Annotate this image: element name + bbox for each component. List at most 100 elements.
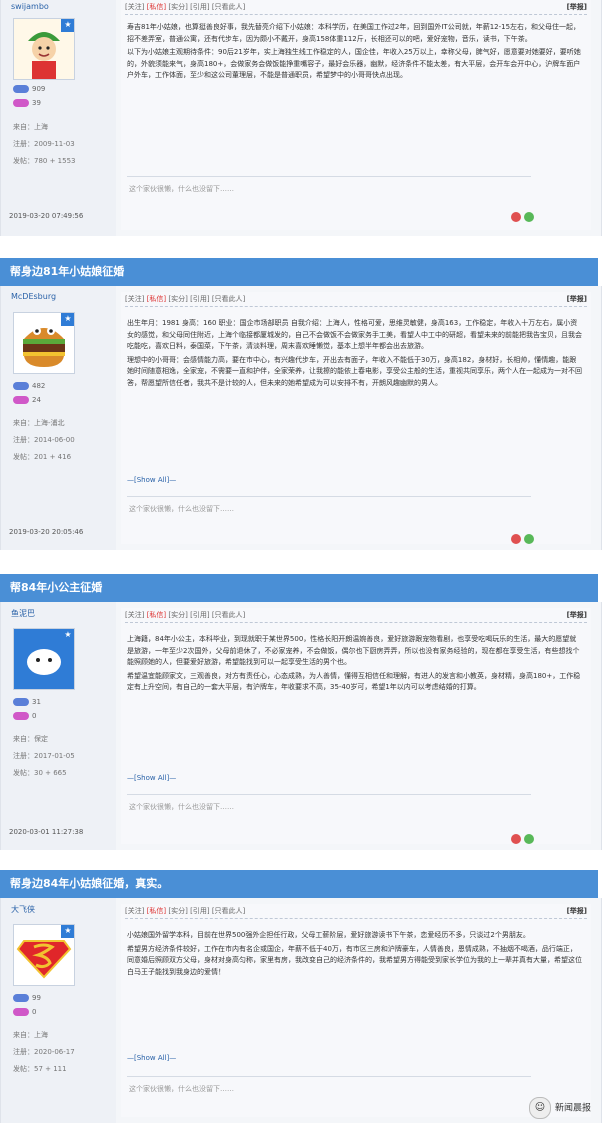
user-registered: 注册：2009-11-03: [13, 140, 75, 148]
post-toolbar: [关注] [私信] [实分] [引用] [只看此人] [举报]: [125, 906, 587, 918]
stat-reputation: 39: [13, 99, 41, 107]
show-all-link[interactable]: —[Show All]—: [127, 774, 176, 782]
badge-icon: ★: [61, 313, 74, 326]
only-author-button[interactable]: [只看此人]: [212, 611, 245, 619]
signature-text: 这个家伙很懒，什么也没留下……: [129, 803, 234, 811]
follow-button[interactable]: [关注]: [125, 3, 144, 11]
follow-button[interactable]: [关注]: [125, 907, 144, 915]
report-button[interactable]: [举报]: [567, 906, 587, 916]
user-sidebar: McDEsburg ★ 482 24 来自：上海-浦北 注册：2014-06-0…: [1, 286, 116, 550]
signature-text: 这个家伙很懒，什么也没留下……: [129, 1085, 234, 1093]
post-card: swijambo ★ 909 39 来自：上海 注册：2009-11-03 发帖…: [0, 0, 602, 236]
divider: [125, 622, 587, 623]
reply-icon[interactable]: [524, 533, 534, 544]
stat-reputation: 0: [13, 712, 36, 720]
post-actions: [511, 828, 571, 844]
badge-icon: ★: [61, 19, 74, 32]
username-link[interactable]: 鱼泥巴: [11, 608, 35, 619]
quote-button[interactable]: [引用]: [190, 3, 209, 11]
post-content: [关注] [私信] [实分] [引用] [只看此人] [举报] 出生年月：198…: [121, 292, 591, 544]
report-button[interactable]: [举报]: [567, 2, 587, 12]
avatar[interactable]: ★: [13, 18, 75, 80]
stat-points: 31: [13, 698, 41, 706]
quote-button[interactable]: [引用]: [190, 611, 209, 619]
private-message-button[interactable]: [私信]: [147, 295, 166, 303]
post-toolbar: [关注] [私信] [实分] [引用] [只看此人] [举报]: [125, 2, 587, 14]
user-sidebar: 大飞侠 ★ 99 0 来自：上海 注册：2020-06-17 发帖：57 + 1…: [1, 898, 116, 1123]
report-button[interactable]: [举报]: [567, 294, 587, 304]
follow-button[interactable]: [关注]: [125, 295, 144, 303]
username-link[interactable]: 大飞侠: [11, 904, 35, 915]
signature-divider: [127, 176, 531, 177]
post-body: 出生年月：1981 身高：160 职业：国企市场部职员 自我介绍：上海人，性格可…: [127, 318, 583, 391]
post-card: 鱼泥巴 ★ 31 0 来自：保定 注册：2017-01-05 发帖：30 + 6…: [0, 602, 602, 850]
quote-button[interactable]: [引用]: [190, 907, 209, 915]
reply-icon[interactable]: [524, 833, 534, 844]
post-body: 上海籍，84年小公主，本科毕业，到现就职于某世界500，性格长阳开朗温婉善良，爱…: [127, 634, 583, 696]
divider: [125, 306, 587, 307]
post-toolbar: [关注] [私信] [实分] [引用] [只看此人] [举报]: [125, 610, 587, 622]
show-all-link[interactable]: —[Show All]—: [127, 476, 176, 484]
post-title-bar[interactable]: 帮84年小公主征婚: [0, 574, 598, 602]
follow-button[interactable]: [关注]: [125, 611, 144, 619]
avatar[interactable]: ★: [13, 924, 75, 986]
private-message-button[interactable]: [私信]: [147, 611, 166, 619]
post-title-bar[interactable]: 帮身边84年小姑娘征婚，真实。: [0, 870, 598, 898]
post-actions: [511, 206, 571, 222]
like-icon[interactable]: [511, 533, 521, 544]
user-location: 来自：保定: [13, 735, 48, 743]
post-body: 小姑娘国外留学本科，目前在世界500强外企担任行政，父母工薪阶层，爱好旅游读书下…: [127, 930, 583, 980]
user-sidebar: 鱼泥巴 ★ 31 0 来自：保定 注册：2017-01-05 发帖：30 + 6…: [1, 602, 116, 850]
post-content: [关注] [私信] [实分] [引用] [只看此人] [举报] 寿吉81年小姑娘…: [121, 0, 591, 230]
stat-points: 99: [13, 994, 41, 1002]
user-location: 来自：上海-浦北: [13, 419, 65, 427]
quote-button[interactable]: [引用]: [190, 295, 209, 303]
user-registered: 注册：2014-06-00: [13, 436, 75, 444]
post-body: 寿吉81年小姑娘，也算挺善良好事，我先替亮介绍下小姑娘：本科学历，在美国工作过2…: [127, 22, 583, 84]
private-message-button[interactable]: [私信]: [147, 907, 166, 915]
fire-button[interactable]: [实分]: [168, 611, 187, 619]
stat-points: 482: [13, 382, 45, 390]
signature-divider: [127, 794, 531, 795]
post-card: McDEsburg ★ 482 24 来自：上海-浦北 注册：2014-06-0…: [0, 286, 602, 550]
post-paragraph: 上海籍，84年小公主，本科毕业，到现就职于某世界500，性格长阳开朗温婉善良，爱…: [127, 635, 580, 666]
user-posts-count: 发帖：201 + 416: [13, 453, 72, 461]
post-paragraph: 希望男方经济条件较好，工作在市内有名企或国企，年薪不低于40万，有市区三房和沪牌…: [127, 944, 582, 976]
like-icon[interactable]: [511, 211, 521, 222]
only-author-button[interactable]: [只看此人]: [212, 3, 245, 11]
stat-reputation: 24: [13, 396, 41, 404]
show-all-link[interactable]: —[Show All]—: [127, 1054, 176, 1062]
user-registered: 注册：2020-06-17: [13, 1048, 75, 1056]
post-actions: [511, 528, 571, 544]
user-location: 来自：上海: [13, 123, 48, 131]
post-paragraph: 小姑娘国外留学本科，目前在世界500强外企担任行政，父母工薪阶层，爱好旅游读书下…: [127, 931, 530, 939]
fire-button[interactable]: [实分]: [168, 295, 187, 303]
fire-button[interactable]: [实分]: [168, 907, 187, 915]
only-author-button[interactable]: [只看此人]: [212, 907, 245, 915]
reply-icon[interactable]: [524, 211, 534, 222]
post-time: 2019-03-20 07:49:56: [9, 212, 84, 220]
fire-button[interactable]: [实分]: [168, 3, 187, 11]
stat-reputation: 0: [13, 1008, 36, 1016]
report-button[interactable]: [举报]: [567, 610, 587, 620]
post-paragraph: 希望温宜能顾家文，三观善良，对方有责任心，心态成熟，为人善情，懂得互相信任和理解…: [127, 671, 581, 692]
post-time: 2019-03-20 20:05:46: [9, 528, 84, 536]
user-location: 来自：上海: [13, 1031, 48, 1039]
wechat-icon: ☺: [528, 1097, 551, 1119]
post-paragraph: 以下为小姑娘主观期待条件：90后21岁年，实上海独生线工作稳定的人，国企佳，年收…: [127, 48, 581, 79]
private-message-button[interactable]: [私信]: [147, 3, 166, 11]
user-registered: 注册：2017-01-05: [13, 752, 75, 760]
like-icon[interactable]: [511, 833, 521, 844]
signature-divider: [127, 496, 531, 497]
only-author-button[interactable]: [只看此人]: [212, 295, 245, 303]
post-paragraph: 出生年月：1981 身高：160 职业：国企市场部职员 自我介绍：上海人，性格可…: [127, 319, 582, 350]
avatar[interactable]: ★: [13, 312, 75, 374]
divider: [125, 918, 587, 919]
post-title-bar[interactable]: 帮身边81年小姑娘征婚: [0, 258, 598, 286]
username-link[interactable]: swijambo: [11, 2, 49, 11]
avatar[interactable]: ★: [13, 628, 75, 690]
user-posts-count: 发帖：30 + 665: [13, 769, 67, 777]
username-link[interactable]: McDEsburg: [11, 292, 56, 301]
post-paragraph: 理想中的小哥哥：会感情能力高，要在市中心，有兴趣代步车，开出去有面子，年收入不能…: [127, 355, 582, 387]
signature-text: 这个家伙很懒，什么也没留下……: [129, 185, 234, 193]
